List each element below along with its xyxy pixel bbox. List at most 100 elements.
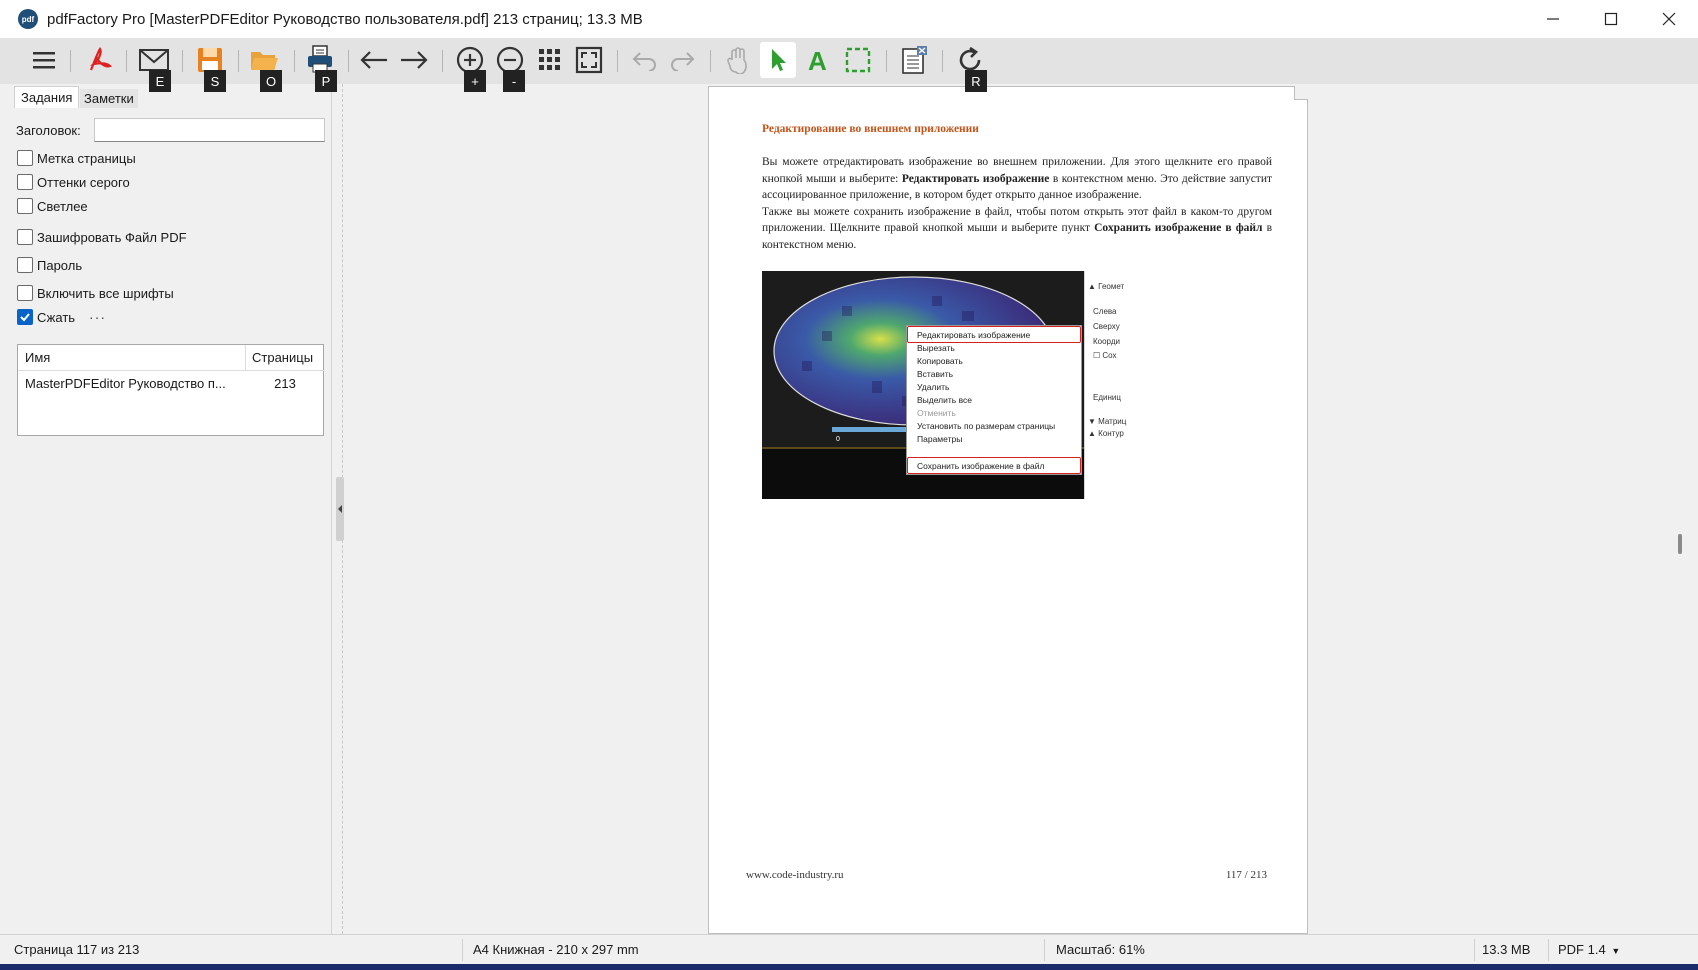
save-hotkey-badge: S — [204, 70, 226, 92]
minimize-button[interactable] — [1524, 0, 1582, 38]
option-label: Пароль — [37, 257, 83, 273]
refresh-hotkey-badge: R — [965, 70, 987, 92]
option-label: Светлее — [37, 198, 88, 214]
toolbar-separator — [70, 50, 71, 72]
status-separator — [462, 939, 463, 961]
desktop-taskbar-edge — [0, 964, 1698, 970]
text-tool-button[interactable]: A — [800, 42, 836, 78]
title-input[interactable] — [94, 118, 325, 142]
option-lighter[interactable]: Светлее — [17, 198, 88, 214]
compress-settings-button[interactable]: ··· — [89, 309, 106, 325]
cursor-arrow-icon — [772, 49, 786, 71]
fit-to-window-icon — [575, 46, 603, 74]
option-page-label[interactable]: Метка страницы — [17, 150, 136, 166]
password-checkbox[interactable] — [17, 257, 33, 273]
option-password[interactable]: Пароль — [17, 257, 82, 273]
triangle-up-icon: ▲ — [1088, 429, 1096, 438]
status-separator — [1548, 939, 1549, 961]
option-grayscale[interactable]: Оттенки серого — [17, 174, 130, 190]
toolbar-separator — [710, 50, 711, 72]
close-icon — [1662, 12, 1676, 26]
side-item: ▲ Контур — [1088, 429, 1124, 438]
context-menu: Редактировать изображение Вырезать Копир… — [906, 325, 1082, 475]
acrobat-button[interactable] — [82, 42, 118, 78]
file-row-pages[interactable]: 213 — [246, 373, 324, 393]
compress-checkbox[interactable] — [17, 309, 33, 325]
text-a-icon: A — [808, 47, 827, 73]
pdf-version-dropdown[interactable]: PDF 1.4 ▼ — [1558, 942, 1620, 957]
bold-term: Редактировать изображение — [901, 172, 1050, 185]
scrollbar-thumb[interactable] — [1678, 534, 1682, 554]
select-tool-button[interactable] — [760, 42, 796, 78]
side-item: Сверху — [1093, 322, 1120, 331]
toolbar-separator — [942, 50, 943, 72]
vertical-scrollbar[interactable] — [1674, 84, 1698, 934]
title-field-row: Заголовок: — [16, 118, 325, 142]
toolbar-separator — [886, 50, 887, 72]
title-bar: pdf pdfFactory Pro [MasterPDFEditor Руко… — [0, 0, 1698, 38]
pdf-page[interactable]: Редактирование во внешнем приложении Вы … — [708, 86, 1308, 934]
dropdown-arrow-icon: ▼ — [1611, 946, 1621, 956]
previous-page-button[interactable] — [356, 42, 392, 78]
document-viewer[interactable]: Редактирование во внешнем приложении Вы … — [348, 84, 1668, 934]
fit-page-button[interactable] — [571, 42, 607, 78]
toolbar-separator — [617, 50, 618, 72]
region-select-button[interactable] — [840, 42, 876, 78]
column-header-name[interactable]: Имя — [18, 345, 246, 371]
undo-button[interactable] — [627, 42, 663, 78]
panel-collapse-handle[interactable] — [336, 477, 344, 541]
close-button[interactable] — [1640, 0, 1698, 38]
grayscale-checkbox[interactable] — [17, 174, 33, 190]
properties-side-panel: ▲ Геомет Слева Сверху Коорди ☐ Сох Едини… — [1084, 271, 1140, 499]
redo-icon — [671, 52, 695, 71]
thumbnails-button[interactable] — [532, 42, 568, 78]
status-zoom[interactable]: Масштаб: 61% — [1056, 942, 1145, 957]
redo-button[interactable] — [664, 42, 700, 78]
side-item: Коорди — [1093, 337, 1120, 346]
svg-text:A: A — [808, 47, 827, 73]
embedded-screenshot: 0 Редактировать изображение Вырезать Коп… — [762, 271, 1140, 499]
menu-item-copy: Копировать — [917, 356, 963, 366]
email-hotkey-badge: E — [149, 70, 171, 92]
menu-item-select-all: Выделить все — [917, 395, 972, 405]
hand-tool-button[interactable] — [720, 42, 756, 78]
sky-map-image: 0 Редактировать изображение Вырезать Коп… — [762, 271, 1084, 499]
toolbar: E S O P + - A R — [0, 38, 1698, 92]
section-heading: Редактирование во внешнем приложении — [762, 123, 979, 135]
column-header-pages[interactable]: Страницы — [246, 345, 324, 371]
delete-pages-button[interactable] — [896, 42, 932, 78]
option-label: Включить все шрифты — [37, 285, 174, 301]
undo-icon — [632, 52, 656, 71]
file-list-table: Имя Страницы MasterPDFEditor Руководство… — [17, 344, 324, 436]
side-item: ☐ Сох — [1093, 351, 1117, 360]
open-hotkey-badge: O — [260, 70, 282, 92]
bold-term: Сохранить изображение в файл — [1094, 222, 1263, 234]
next-page-button[interactable] — [396, 42, 432, 78]
page-label-checkbox[interactable] — [17, 150, 33, 166]
checkbox-icon: ☐ — [1093, 351, 1101, 360]
tab-notes[interactable]: Заметки — [80, 89, 138, 108]
option-encrypt[interactable]: Зашифровать Файл PDF — [17, 229, 187, 245]
svg-text:0: 0 — [836, 436, 840, 443]
option-label: Оттенки серого — [37, 174, 130, 190]
option-compress[interactable]: Сжать ··· — [17, 309, 106, 325]
option-embed-fonts[interactable]: Включить все шрифты — [17, 285, 174, 301]
maximize-button[interactable] — [1582, 0, 1640, 38]
tab-tasks[interactable]: Задания — [14, 86, 80, 108]
pdf-version-value: PDF 1.4 — [1558, 942, 1606, 957]
page-corner-fold — [1294, 86, 1308, 100]
menu-button[interactable] — [26, 42, 62, 78]
file-row-name[interactable]: MasterPDFEditor Руководство п... — [25, 373, 243, 393]
menu-item-delete: Удалить — [917, 382, 950, 392]
toolbar-separator — [238, 50, 239, 72]
page-delete-icon — [902, 46, 927, 74]
status-separator — [1474, 939, 1475, 961]
lighter-checkbox[interactable] — [17, 198, 33, 214]
grid-thumbnails-icon — [539, 49, 560, 70]
embed-fonts-checkbox[interactable] — [17, 285, 33, 301]
hamburger-menu-icon — [33, 52, 55, 69]
status-page: Страница 117 из 213 — [14, 942, 140, 957]
status-separator — [1044, 939, 1045, 961]
side-item: ▼ Матриц — [1088, 417, 1127, 426]
encrypt-checkbox[interactable] — [17, 229, 33, 245]
